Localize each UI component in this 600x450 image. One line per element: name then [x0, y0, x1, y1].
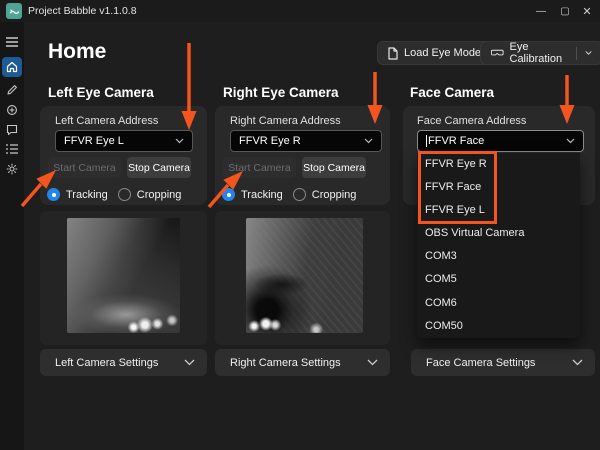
sidebar-item-edit[interactable] [0, 80, 24, 100]
left-address-select[interactable]: FFVR Eye L [55, 130, 193, 152]
chevron-down-icon [572, 359, 583, 366]
right-address-select[interactable]: FFVR Eye R [230, 130, 382, 152]
right-camera-preview [246, 218, 363, 333]
face-address-label: Face Camera Address [417, 115, 526, 127]
chevron-down-icon[interactable] [585, 50, 592, 56]
left-tracking-label: Tracking [66, 189, 108, 201]
dropdown-option[interactable]: COM50 [417, 315, 580, 338]
page-title: Home [48, 40, 106, 64]
left-address-label: Left Camera Address [55, 115, 158, 127]
window-title: Project Babble v1.1.0.8 [28, 0, 137, 22]
left-camera-preview [67, 218, 180, 333]
dropdown-option[interactable]: OBS Virtual Camera [417, 222, 580, 245]
left-cropping-radio[interactable] [118, 188, 131, 201]
right-cropping-label: Cropping [312, 189, 357, 201]
face-camera-settings-label: Face Camera Settings [426, 357, 535, 369]
close-button[interactable]: ✕ [576, 0, 598, 22]
left-start-camera-button[interactable]: Start Camera [48, 157, 121, 178]
left-camera-settings-label: Left Camera Settings [55, 357, 158, 369]
load-eye-model-label: Load Eye Model [404, 47, 484, 59]
chevron-down-icon [364, 138, 373, 144]
app-logo-icon [6, 3, 22, 19]
eye-calibration-label: Eye Calibration [510, 41, 568, 65]
eye-calibration-button[interactable]: Eye Calibration [480, 41, 600, 65]
dropdown-option[interactable]: COM5 [417, 268, 580, 291]
right-stop-camera-button[interactable]: Stop Camera [302, 157, 366, 178]
chevron-down-icon [184, 359, 195, 366]
right-start-camera-button[interactable]: Start Camera [223, 157, 296, 178]
right-address-label: Right Camera Address [230, 115, 341, 127]
dropdown-option[interactable]: COM3 [417, 245, 580, 268]
face-address-select[interactable]: FFVR Face [417, 130, 584, 152]
minimize-button[interactable]: — [530, 0, 552, 22]
title-bar: Project Babble v1.1.0.8 — ▢ ✕ [0, 0, 600, 22]
sidebar-item-home[interactable] [2, 57, 22, 77]
left-stop-camera-button[interactable]: Stop Camera [127, 157, 191, 178]
face-camera-settings-expander[interactable]: Face Camera Settings [411, 349, 595, 376]
right-cropping-radio[interactable] [293, 188, 306, 201]
chevron-down-icon [175, 138, 184, 144]
left-eye-heading: Left Eye Camera [48, 85, 154, 100]
load-eye-model-button[interactable]: Load Eye Model [377, 41, 495, 65]
right-camera-settings-label: Right Camera Settings [230, 357, 341, 369]
left-cropping-label: Cropping [137, 189, 182, 201]
chevron-down-icon [566, 138, 575, 144]
divider [576, 47, 577, 60]
left-address-value: FFVR Eye L [64, 135, 124, 147]
chevron-down-icon [367, 359, 378, 366]
right-tracking-radio[interactable] [222, 188, 235, 201]
sidebar-item-tracking-algo[interactable] [0, 100, 24, 120]
right-tracking-label: Tracking [241, 189, 283, 201]
file-icon [388, 47, 398, 60]
right-eye-heading: Right Eye Camera [223, 85, 339, 100]
right-camera-settings-expander[interactable]: Right Camera Settings [215, 349, 390, 376]
menu-icon[interactable] [0, 32, 24, 52]
sidebar-item-logs[interactable] [0, 139, 24, 159]
face-address-value: FFVR Face [428, 135, 484, 147]
face-heading: Face Camera [410, 85, 494, 100]
left-camera-settings-expander[interactable]: Left Camera Settings [40, 349, 207, 376]
text-cursor [426, 135, 427, 147]
left-tracking-radio[interactable] [47, 188, 60, 201]
right-address-value: FFVR Eye R [239, 135, 301, 147]
vr-goggles-icon [491, 48, 504, 58]
sidebar [0, 22, 24, 450]
maximize-button[interactable]: ▢ [554, 0, 576, 22]
dropdown-option[interactable]: COM6 [417, 292, 580, 315]
sidebar-item-feedback[interactable] [0, 120, 24, 140]
annotation-highlight-box [418, 151, 497, 224]
arrow-left-start [22, 184, 41, 206]
sidebar-item-settings[interactable] [0, 159, 24, 179]
